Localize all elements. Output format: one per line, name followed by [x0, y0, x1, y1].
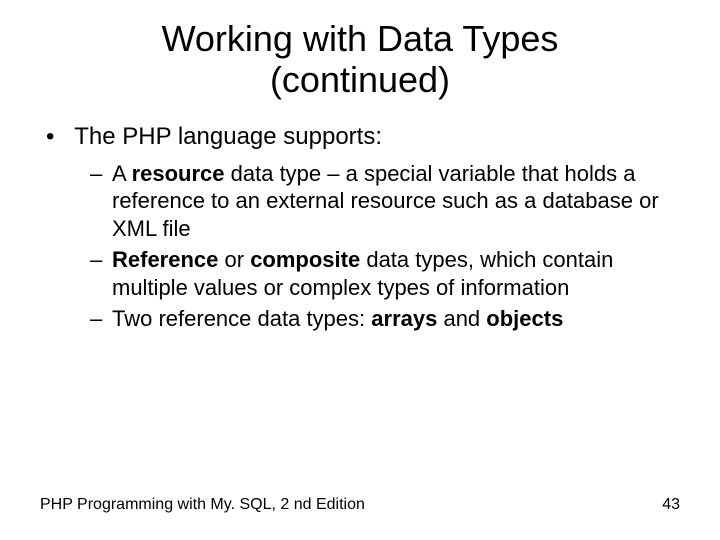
sub-item-3: Two reference data types: arrays and obj… — [90, 305, 680, 333]
sub-item-3-bold-1: arrays — [371, 306, 437, 331]
bullet-item-1: The PHP language supports: A resource da… — [50, 123, 680, 333]
sub-item-3-pre: Two reference data types: — [112, 306, 371, 331]
slide-title: Working with Data Types (continued) — [40, 18, 680, 101]
bullet-list: The PHP language supports: A resource da… — [40, 123, 680, 333]
sub-list: A resource data type – a special variabl… — [50, 160, 680, 333]
sub-item-3-bold-2: objects — [486, 306, 563, 331]
slide: Working with Data Types (continued) The … — [0, 0, 720, 540]
sub-item-2: Reference or composite data types, which… — [90, 246, 680, 301]
sub-item-1-bold: resource — [132, 161, 225, 186]
title-line-1: Working with Data Types — [162, 18, 559, 59]
sub-item-2-bold-2: composite — [250, 247, 360, 272]
sub-item-1-pre: A — [112, 161, 132, 186]
sub-item-3-mid: and — [437, 306, 486, 331]
title-line-2: (continued) — [270, 59, 450, 100]
sub-item-2-bold-1: Reference — [112, 247, 218, 272]
sub-item-2-mid: or — [218, 247, 250, 272]
sub-item-1: A resource data type – a special variabl… — [90, 160, 680, 243]
page-number: 43 — [662, 496, 680, 514]
footer-text: PHP Programming with My. SQL, 2 nd Editi… — [40, 496, 365, 514]
bullet-item-1-text: The PHP language supports: — [74, 123, 382, 150]
